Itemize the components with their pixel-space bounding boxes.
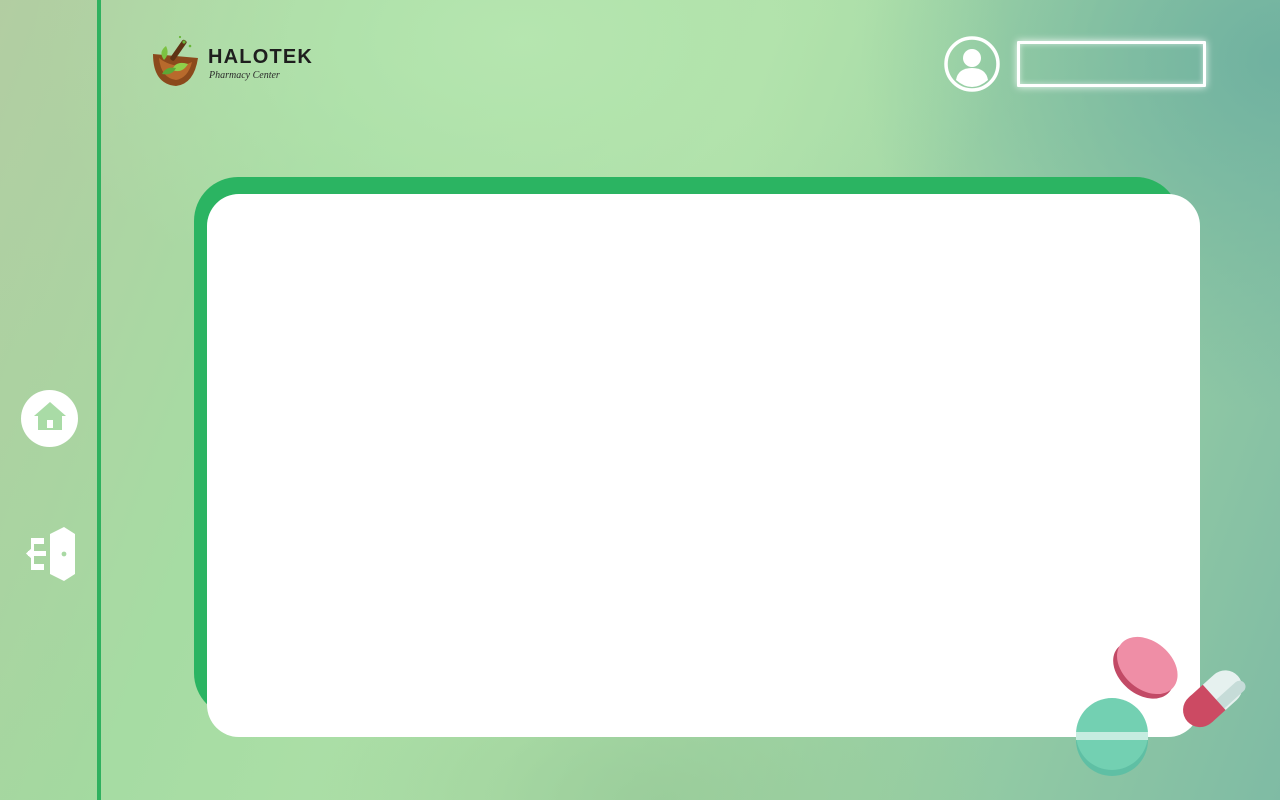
brand-name: HALOTEK (208, 46, 314, 68)
logout-icon (26, 527, 75, 581)
content-panel (207, 194, 1200, 737)
user-circle-icon (944, 36, 1000, 92)
sidebar-item-home[interactable] (21, 390, 78, 447)
brand-tagline: Pharmacy Center (209, 70, 280, 81)
sidebar-divider (97, 0, 101, 800)
user-avatar-button[interactable] (944, 36, 1000, 92)
mortar-pestle-icon (153, 35, 198, 86)
sidebar-item-logout[interactable] (24, 524, 78, 584)
brand-logo: HALOTEK Pharmacy Center (150, 34, 330, 90)
header-input-field[interactable] (1017, 41, 1206, 87)
home-icon (34, 402, 66, 430)
pills-illustration (1076, 636, 1246, 776)
